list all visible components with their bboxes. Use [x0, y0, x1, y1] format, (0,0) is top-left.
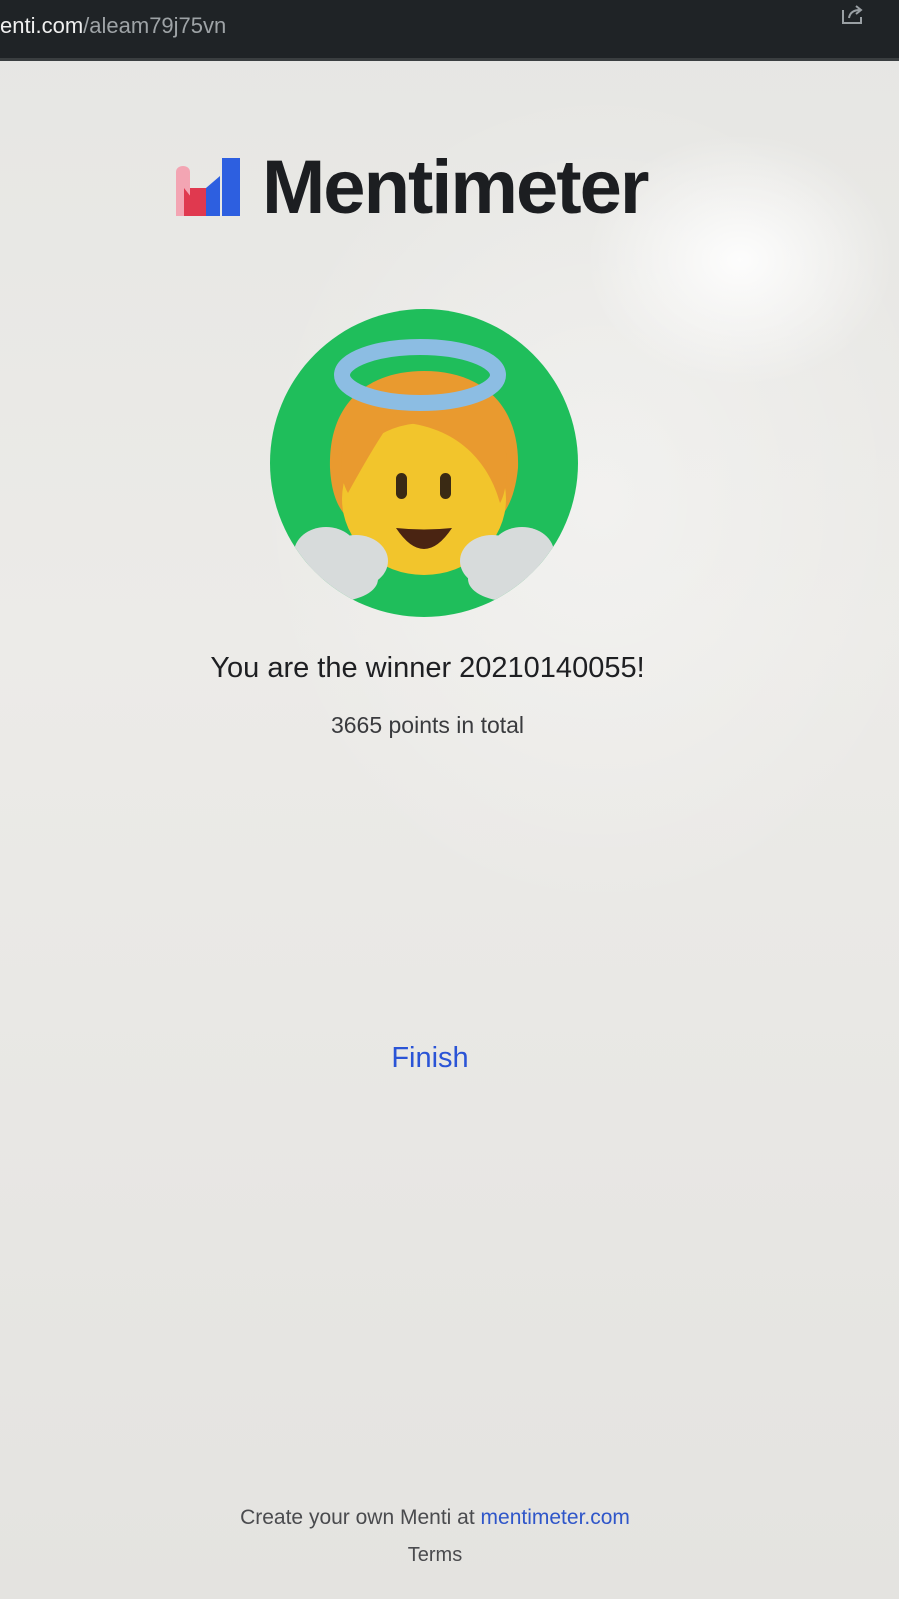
url-host: enti.com [0, 13, 84, 38]
page-background [0, 0, 899, 1599]
terms-link[interactable]: Terms [0, 1544, 870, 1567]
url-path: /aleam79j75vn [83, 13, 227, 38]
mentimeter-link[interactable]: mentimeter.com [481, 1506, 630, 1529]
points-total: 3665 points in total [330, 712, 525, 738]
create-menti-footer: Create your own Menti at mentimeter.com [0, 1506, 870, 1530]
finish-button[interactable]: Finish [370, 1036, 490, 1080]
brand-name: Mentimeter [262, 145, 649, 230]
mentimeter-logo: Mentimeter [176, 145, 696, 230]
mentimeter-logo-icon [176, 158, 240, 216]
share-icon[interactable] [840, 2, 866, 26]
winner-heading: You are the winner 20210140055! [210, 652, 645, 684]
browser-address-bar[interactable]: enti.com/aleam79j75vn [0, 0, 899, 61]
angel-face-icon [270, 309, 578, 617]
create-menti-text: Create your own Menti at [240, 1506, 481, 1529]
url-text[interactable]: enti.com/aleam79j75vn [0, 13, 226, 39]
